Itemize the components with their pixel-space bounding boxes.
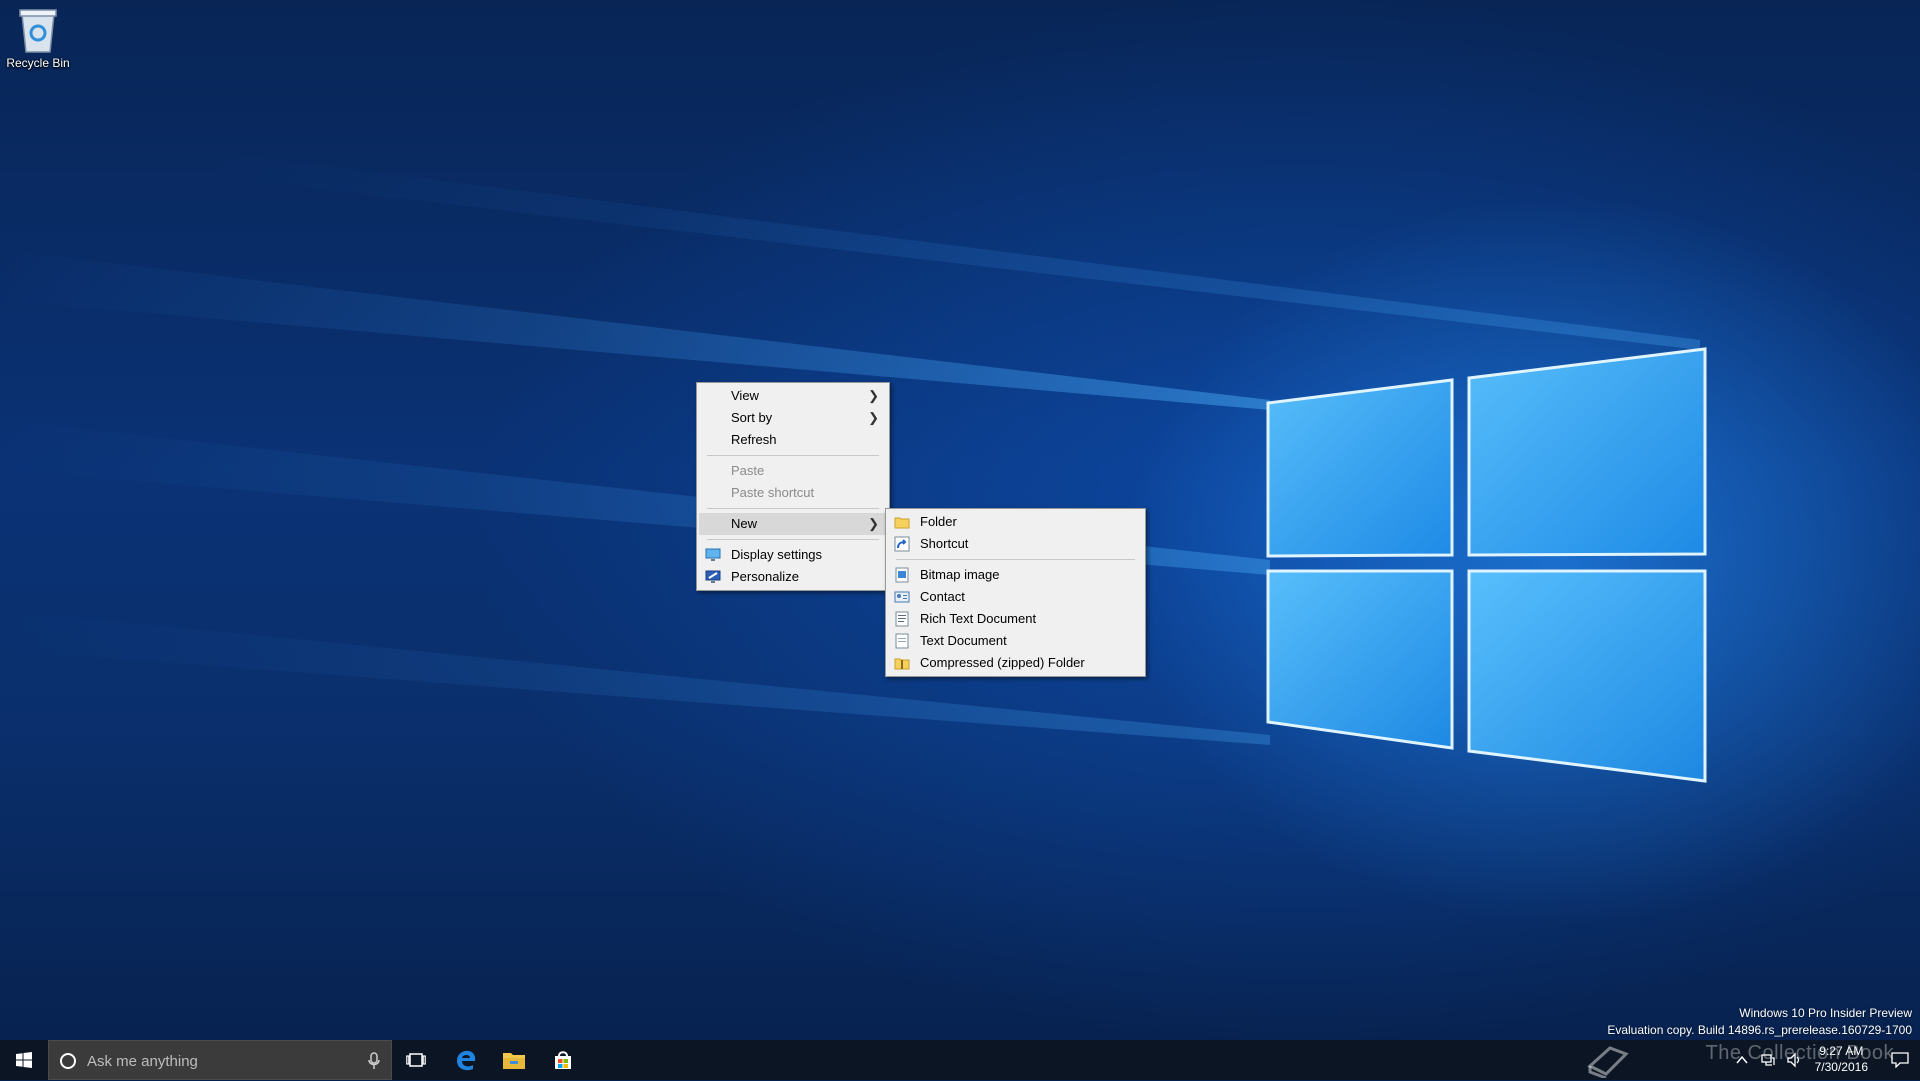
chevron-right-icon: ❯ — [868, 388, 879, 403]
menu-separator — [707, 539, 879, 540]
recycle-bin-label: Recycle Bin — [6, 56, 70, 70]
menu-item-new-text-document[interactable]: Text Document — [888, 630, 1143, 652]
recycle-bin-icon — [19, 9, 57, 53]
notification-icon — [1891, 1052, 1909, 1068]
menu-item-display-settings[interactable]: Display settings — [699, 544, 887, 566]
search-input[interactable] — [85, 1041, 349, 1081]
book-overlay-icon — [1587, 1046, 1629, 1078]
menu-item-new[interactable]: New ❯ — [699, 513, 887, 535]
file-explorer-icon — [503, 1053, 525, 1069]
menu-item-label: Bitmap image — [920, 567, 1000, 582]
menu-item-label: Personalize — [731, 569, 799, 584]
desktop-icon-recycle-bin[interactable]: Recycle Bin — [4, 6, 72, 70]
menu-item-label: New — [731, 516, 758, 531]
windows-logo-icon — [16, 1052, 32, 1068]
menu-item-label: Shortcut — [920, 536, 969, 551]
menu-separator — [896, 559, 1135, 560]
clock-time: 9:27 AM — [1819, 1044, 1864, 1058]
bitmap-image-icon — [895, 567, 909, 583]
file-explorer-taskbar-button[interactable] — [490, 1040, 538, 1080]
menu-item-view[interactable]: View ❯ — [699, 385, 887, 407]
chevron-right-icon: ❯ — [868, 516, 879, 531]
menu-item-label: Paste — [731, 463, 765, 478]
menu-item-refresh[interactable]: Refresh — [699, 429, 887, 451]
edge-taskbar-button[interactable] — [442, 1040, 490, 1080]
menu-item-new-zip-folder[interactable]: Compressed (zipped) Folder — [888, 652, 1143, 674]
watermark-edition: Windows 10 Pro Insider Preview — [1739, 1006, 1912, 1020]
menu-item-new-folder[interactable]: Folder — [888, 511, 1143, 533]
microphone-icon[interactable] — [367, 1052, 381, 1070]
menu-item-new-shortcut[interactable]: Shortcut — [888, 533, 1143, 555]
menu-item-label: Contact — [920, 589, 965, 604]
menu-item-label: Sort by — [731, 410, 773, 425]
chevron-up-icon[interactable] — [1734, 1052, 1750, 1068]
volume-icon[interactable] — [1786, 1052, 1802, 1068]
menu-item-label: Folder — [920, 514, 957, 529]
system-tray: The Collection Book 9:27 AM 7/30/2016 — [1560, 1040, 1920, 1080]
menu-item-label: Text Document — [920, 633, 1007, 648]
zip-folder-icon — [894, 658, 910, 670]
rich-text-document-icon — [895, 611, 909, 627]
taskbar: The Collection Book 9:27 AM 7/30/2016 — [0, 1040, 1920, 1081]
menu-separator — [707, 508, 879, 509]
cortana-icon — [60, 1053, 76, 1069]
edge-icon — [457, 1050, 476, 1071]
menu-item-new-bitmap[interactable]: Bitmap image — [888, 564, 1143, 586]
new-submenu: Folder Shortcut Bitmap image Contact Ric… — [885, 508, 1146, 677]
menu-item-sort-by[interactable]: Sort by ❯ — [699, 407, 887, 429]
evaluation-watermark: Windows 10 Pro Insider Preview Evaluatio… — [1607, 1005, 1912, 1039]
menu-item-paste: Paste — [699, 460, 887, 482]
display-settings-icon — [705, 548, 721, 561]
text-document-icon — [895, 633, 909, 649]
menu-item-label: Paste shortcut — [731, 485, 815, 500]
personalize-icon — [705, 570, 721, 583]
contact-icon — [894, 591, 910, 603]
store-taskbar-button[interactable] — [539, 1040, 587, 1080]
action-center-button[interactable] — [1880, 1040, 1920, 1080]
chevron-right-icon: ❯ — [868, 410, 879, 425]
menu-item-label: Refresh — [731, 432, 777, 447]
taskbar-clock[interactable]: 9:27 AM 7/30/2016 — [1815, 1043, 1868, 1075]
menu-item-personalize[interactable]: Personalize — [699, 566, 887, 588]
menu-item-new-contact[interactable]: Contact — [888, 586, 1143, 608]
menu-item-label: Display settings — [731, 547, 823, 562]
task-view-icon — [406, 1053, 426, 1067]
menu-item-label: View — [731, 388, 759, 403]
menu-item-label: Rich Text Document — [920, 611, 1037, 626]
watermark-build: Evaluation copy. Build 14896.rs_prerelea… — [1607, 1023, 1912, 1037]
start-button[interactable] — [0, 1040, 48, 1080]
menu-item-new-rich-text[interactable]: Rich Text Document — [888, 608, 1143, 630]
store-icon — [555, 1051, 571, 1069]
desktop-context-menu: View ❯ Sort by ❯ Refresh Paste Paste sho… — [696, 382, 890, 591]
task-view-button[interactable] — [392, 1040, 440, 1080]
shortcut-icon — [894, 536, 910, 552]
menu-item-paste-shortcut: Paste shortcut — [699, 482, 887, 504]
menu-item-label: Compressed (zipped) Folder — [920, 655, 1085, 670]
folder-icon — [894, 517, 910, 529]
clock-date: 7/30/2016 — [1814, 1060, 1868, 1074]
network-icon[interactable] — [1760, 1052, 1776, 1068]
cortana-search-box[interactable] — [48, 1040, 392, 1081]
desktop[interactable]: Recycle Bin View ❯ Sort by ❯ Refresh Pas… — [0, 0, 1920, 1040]
menu-separator — [707, 455, 879, 456]
